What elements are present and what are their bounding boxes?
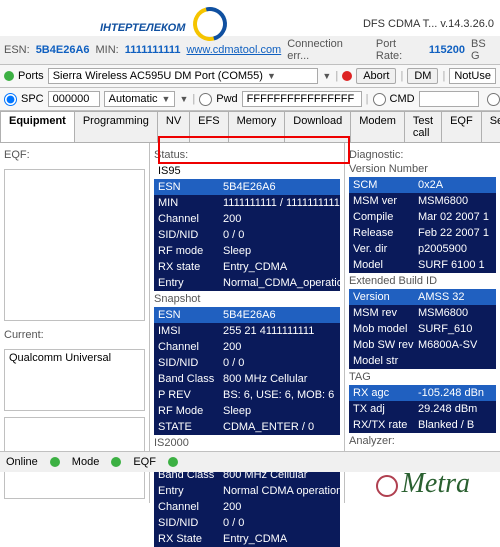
snapshot-label: Snapshot: [154, 293, 340, 305]
tab-efs[interactable]: EFS: [189, 111, 228, 142]
tab-download[interactable]: Download: [284, 111, 351, 142]
eqf-icon: [168, 457, 178, 467]
byte-radio[interactable]: [487, 93, 500, 106]
kv-row: Mob SW revM6800A-SV: [349, 337, 496, 353]
mode-icon: [111, 457, 121, 467]
kv-row: MSM revMSM6800: [349, 305, 496, 321]
tab-eqf[interactable]: EQF: [441, 111, 482, 142]
chevron-down-icon[interactable]: ▼: [179, 94, 188, 104]
kv-row: EntryNormal CDMA operation: [154, 483, 340, 499]
kv-row: ModelSURF 6100 1: [349, 257, 496, 273]
kv-row: TX adj29.248 dBm: [349, 401, 496, 417]
info-bar: ESN: 5B4E26A6 MIN: 1111111111 www.cdmato…: [0, 36, 500, 65]
kv-row: RX/TX rateBlanked / B: [349, 417, 496, 433]
dm-button[interactable]: DM: [407, 68, 438, 84]
kv-row: VersionAMSS 32: [349, 289, 496, 305]
spc-toolbar: SPC Automatic▼ ▼ | Pwd | CMD Byte: [0, 88, 500, 111]
diagnostic-label: Diagnostic:: [349, 149, 496, 161]
tab-nv[interactable]: NV: [157, 111, 190, 142]
analyzer-label: Analyzer:: [349, 435, 496, 447]
kv-row: RX agc-105.248 dBn: [349, 385, 496, 401]
kv-row: Band Class800 MHz Cellular: [154, 371, 340, 387]
esn-value: 5B4E26A6: [36, 44, 90, 56]
spc-radio[interactable]: [4, 93, 17, 106]
version-grid: SCM0x2AMSM verMSM6800CompileMar 02 2007 …: [349, 177, 496, 273]
snapshot-grid: ESN5B4E26A6IMSI255 21 4111111111Channel2…: [154, 307, 340, 435]
kv-row: ESN5B4E26A6: [154, 307, 340, 323]
extbuild-grid: VersionAMSS 32MSM revMSM6800Mob modelSUR…: [349, 289, 496, 369]
port-select[interactable]: Sierra Wireless AC595U DM Port (COM55)▼: [48, 68, 319, 84]
tag-grid: RX agc-105.248 dBnTX adj29.248 dBmRX/TX …: [349, 385, 496, 433]
kv-row: RX StateEntry_CDMA: [154, 531, 340, 547]
tab-test-call[interactable]: Test call: [404, 111, 442, 142]
main-tabstrip: EquipmentProgrammingNVEFSMemoryDownloadM…: [0, 111, 500, 143]
kv-row: RF modeSleep: [154, 243, 340, 259]
kv-row: Channel200: [154, 211, 340, 227]
tab-modem[interactable]: Modem: [350, 111, 405, 142]
tab-memory[interactable]: Memory: [228, 111, 286, 142]
kv-row: Channel200: [154, 339, 340, 355]
kv-row: ReleaseFeb 22 2007 1: [349, 225, 496, 241]
cmd-input[interactable]: [419, 91, 479, 107]
spc-mode-combo[interactable]: Automatic▼: [104, 91, 176, 107]
current-panel: Qualcomm Universal: [4, 349, 145, 411]
chevron-down-icon[interactable]: ▼: [322, 71, 331, 81]
kv-row: Model str: [349, 353, 496, 369]
abort-button[interactable]: Abort: [356, 68, 396, 84]
conn-status: Connection err...: [287, 38, 364, 62]
kv-row: P REVBS: 6, USE: 6, MOB: 6: [154, 387, 340, 403]
port-rate: 115200: [429, 44, 465, 56]
eqf-panel[interactable]: [4, 169, 145, 321]
tab-programming[interactable]: Programming: [74, 111, 158, 142]
status-label: Status:: [154, 149, 340, 161]
kv-row: SID/NID0 / 0: [154, 515, 340, 531]
tab-settings[interactable]: Settings: [481, 111, 500, 142]
kv-row: RF ModeSleep: [154, 403, 340, 419]
online-icon: [50, 457, 60, 467]
kv-row: ESN5B4E26A6: [154, 179, 340, 195]
kv-row: IS95: [154, 163, 340, 179]
kv-row: SID/NID0 / 0: [154, 355, 340, 371]
abort-icon: [342, 71, 352, 81]
kv-row: EntryNormal_CDMA_operation: [154, 275, 340, 291]
kv-row: Ver. dirp2005900: [349, 241, 496, 257]
kv-row: IMSI255 21 4111111111: [154, 323, 340, 339]
eqf-label: EQF:: [4, 149, 145, 161]
is2000-label: IS2000: [154, 437, 340, 449]
pwd-radio[interactable]: [199, 93, 212, 106]
cdmatool-link[interactable]: www.cdmatool.com: [186, 44, 281, 56]
kv-row: SCM0x2A: [349, 177, 496, 193]
metra-watermark: Metra: [376, 468, 470, 500]
kv-row: RX stateEntry_CDMA: [154, 259, 340, 275]
spc-input[interactable]: [48, 91, 100, 107]
kv-row: CompileMar 02 2007 1: [349, 209, 496, 225]
status-grid: IS95ESN5B4E26A6MIN1111111111 / 111111111…: [154, 163, 340, 291]
kv-row: Channel200: [154, 499, 340, 515]
min-value: 1111111111: [125, 44, 181, 56]
ports-status-icon: [4, 71, 14, 81]
cmd-radio[interactable]: [373, 93, 386, 106]
kv-row: MIN1111111111 / 1111111111: [154, 195, 340, 211]
current-label: Current:: [4, 329, 145, 341]
pwd-input[interactable]: [242, 91, 362, 107]
window-title: DFS CDMA T... v.14.3.26.0: [363, 18, 494, 30]
notuse-combo[interactable]: NotUse: [449, 68, 496, 84]
kv-row: Mob modelSURF_610: [349, 321, 496, 337]
kv-row: SID/NID0 / 0: [154, 227, 340, 243]
tab-equipment[interactable]: Equipment: [0, 111, 75, 142]
kv-row: STATECDMA_ENTER / 0: [154, 419, 340, 435]
ports-toolbar: Ports Sierra Wireless AC595U DM Port (CO…: [0, 65, 500, 88]
kv-row: MSM verMSM6800: [349, 193, 496, 209]
chevron-down-icon: ▼: [267, 71, 276, 81]
